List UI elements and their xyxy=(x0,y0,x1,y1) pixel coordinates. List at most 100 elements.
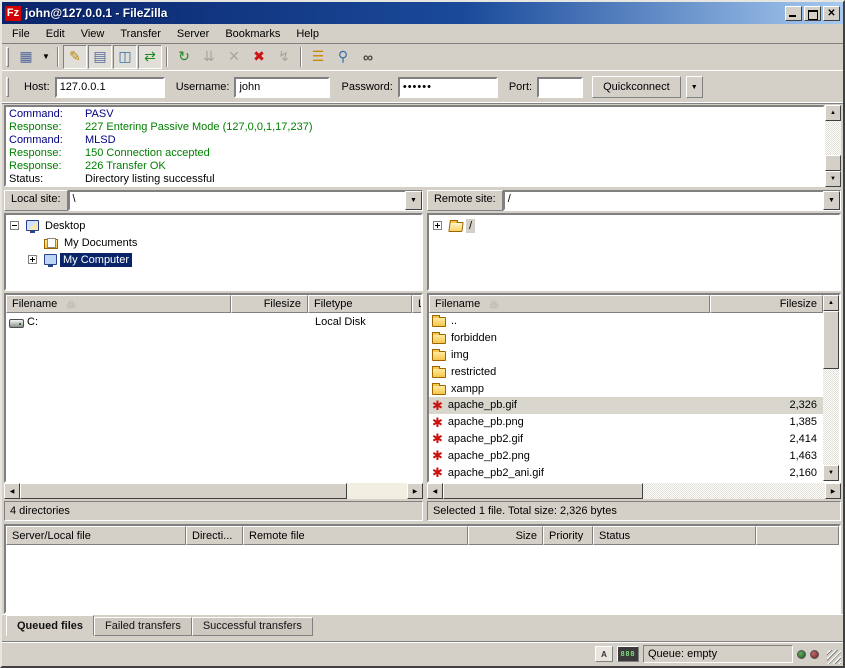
remote-file-row[interactable]: apache_pb2.png1,463 xyxy=(429,447,823,464)
local-site-value[interactable]: \ xyxy=(70,192,406,209)
toggle-message-log-button[interactable]: ✎ xyxy=(63,45,87,69)
synchronized-browsing-button[interactable]: ⚲ xyxy=(331,45,355,69)
folder-icon xyxy=(432,351,446,361)
menu-server[interactable]: Server xyxy=(169,26,217,42)
scrollbar-thumb[interactable] xyxy=(825,155,841,171)
quickconnect-dropdown-icon[interactable]: ▼ xyxy=(686,76,703,98)
site-manager-dropdown-icon[interactable]: ▼ xyxy=(39,45,53,69)
maximize-button[interactable] xyxy=(804,6,821,21)
scrollbar-track[interactable] xyxy=(825,121,841,155)
scroll-right-icon[interactable]: ▶ xyxy=(407,483,423,499)
expand-icon[interactable] xyxy=(28,255,37,264)
tree-item-root[interactable]: / xyxy=(431,217,839,234)
reconnect-button[interactable]: ↯ xyxy=(272,45,296,69)
scrollbar-track[interactable] xyxy=(823,369,839,465)
remote-file-row[interactable]: xampp xyxy=(429,380,823,397)
column-header-filetype[interactable]: Filetype xyxy=(308,295,412,313)
speed-limits-icon[interactable]: 888 xyxy=(617,646,639,662)
menu-bookmarks[interactable]: Bookmarks xyxy=(217,26,288,42)
scroll-left-icon[interactable]: ◀ xyxy=(4,483,20,499)
port-input[interactable] xyxy=(537,77,583,98)
scrollbar-thumb[interactable] xyxy=(20,483,347,499)
menu-help[interactable]: Help xyxy=(288,26,327,42)
remote-horizontal-scrollbar[interactable]: ◀ ▶ xyxy=(427,483,841,499)
queue-column-status[interactable]: Status xyxy=(593,526,756,545)
menu-edit[interactable]: Edit xyxy=(38,26,73,42)
tab-queued-files[interactable]: Queued files xyxy=(6,615,94,636)
site-manager-button[interactable]: ▦ xyxy=(14,45,38,69)
find-files-button[interactable]: ∞ xyxy=(356,45,380,69)
remote-site-combo[interactable]: / ▼ xyxy=(503,190,841,211)
menu-view[interactable]: View xyxy=(73,26,113,42)
remote-file-row[interactable]: apache_pb2_ani.gif2,160 xyxy=(429,464,823,481)
queue-column-remote-file[interactable]: Remote file xyxy=(243,526,468,545)
scrollbar-thumb[interactable] xyxy=(823,311,839,369)
remote-file-row[interactable]: .. xyxy=(429,313,823,330)
column-header-filename[interactable]: Filename xyxy=(6,295,231,313)
log-scrollbar[interactable]: ▲ ▼ xyxy=(825,105,841,187)
remote-file-row-selected[interactable]: apache_pb.gif2,326 xyxy=(429,397,823,414)
resize-grip[interactable] xyxy=(827,650,841,664)
collapse-icon[interactable] xyxy=(10,221,19,230)
quickconnect-grip[interactable] xyxy=(6,77,9,97)
column-header-filename[interactable]: Filename xyxy=(429,295,710,313)
remote-file-row[interactable]: img xyxy=(429,347,823,364)
column-header-last-modified[interactable]: L xyxy=(412,295,421,313)
minimize-button[interactable] xyxy=(785,6,802,21)
scroll-down-icon[interactable]: ▼ xyxy=(825,171,841,187)
local-file-row-c-drive[interactable]: C: Local Disk xyxy=(6,313,421,330)
tree-item-desktop[interactable]: Desktop xyxy=(8,217,421,234)
scrollbar-track[interactable] xyxy=(643,483,825,499)
chevron-down-icon[interactable]: ▼ xyxy=(823,191,840,210)
column-header-filesize[interactable]: Filesize xyxy=(231,295,308,313)
username-input[interactable]: john xyxy=(234,77,330,98)
queue-list-area[interactable] xyxy=(6,545,839,612)
toggle-remote-tree-button[interactable]: ◫ xyxy=(113,45,137,69)
toolbar: ▦ ▼ ✎ ▤ ◫ ⇄ ↻ ⇊ ✕ ✖ ↯ ☰ ⚲ ∞ xyxy=(2,43,843,71)
toggle-transfer-queue-button[interactable]: ⇄ xyxy=(138,45,162,69)
remote-site-value[interactable]: / xyxy=(505,192,824,209)
scroll-right-icon[interactable]: ▶ xyxy=(825,483,841,499)
remote-file-row[interactable]: apache_pb.png1,385 xyxy=(429,414,823,431)
quickconnect-button[interactable]: Quickconnect xyxy=(592,76,681,98)
remote-file-row[interactable]: apache_pb2.gif2,414 xyxy=(429,431,823,448)
directory-comparison-button[interactable]: ☰ xyxy=(306,45,330,69)
process-queue-button[interactable]: ⇊ xyxy=(197,45,221,69)
queue-column-direction[interactable]: Directi... xyxy=(186,526,243,545)
titlebar[interactable]: Fz john@127.0.0.1 - FileZilla xyxy=(2,2,843,24)
queue-column-filler xyxy=(756,526,839,545)
tree-item-my-computer[interactable]: My Computer xyxy=(8,251,421,268)
toggle-local-tree-button[interactable]: ▤ xyxy=(88,45,112,69)
scroll-left-icon[interactable]: ◀ xyxy=(427,483,443,499)
toolbar-grip[interactable] xyxy=(6,47,9,67)
scroll-down-icon[interactable]: ▼ xyxy=(823,465,839,481)
queue-column-server-local-file[interactable]: Server/Local file xyxy=(6,526,186,545)
scrollbar-thumb[interactable] xyxy=(443,483,643,499)
refresh-button[interactable]: ↻ xyxy=(172,45,196,69)
transfer-type-indicator-icon[interactable]: A xyxy=(595,646,613,662)
password-input[interactable]: •••••• xyxy=(398,77,498,98)
host-input[interactable]: 127.0.0.1 xyxy=(55,77,165,98)
menu-file[interactable]: File xyxy=(4,26,38,42)
remote-status-text: Selected 1 file. Total size: 2,326 bytes xyxy=(427,501,841,521)
menu-transfer[interactable]: Transfer xyxy=(112,26,169,42)
chevron-down-icon[interactable]: ▼ xyxy=(405,191,422,210)
cancel-operation-button[interactable]: ✕ xyxy=(222,45,246,69)
tab-successful-transfers[interactable]: Successful transfers xyxy=(192,617,313,636)
remote-file-row[interactable]: forbidden xyxy=(429,330,823,347)
local-site-combo[interactable]: \ ▼ xyxy=(68,190,423,211)
remote-vertical-scrollbar[interactable]: ▲ ▼ xyxy=(823,295,839,481)
remote-file-row[interactable]: restricted xyxy=(429,363,823,380)
queue-column-size[interactable]: Size xyxy=(468,526,543,545)
scroll-up-icon[interactable]: ▲ xyxy=(823,295,839,311)
scroll-up-icon[interactable]: ▲ xyxy=(825,105,841,121)
tree-item-my-documents[interactable]: My Documents xyxy=(8,234,421,251)
open-folder-icon xyxy=(448,222,463,232)
close-button[interactable] xyxy=(823,6,840,21)
tab-failed-transfers[interactable]: Failed transfers xyxy=(94,617,192,636)
column-header-filesize[interactable]: Filesize xyxy=(710,295,823,313)
queue-column-priority[interactable]: Priority xyxy=(543,526,593,545)
local-horizontal-scrollbar[interactable]: ◀ ▶ xyxy=(4,483,423,499)
expand-icon[interactable] xyxy=(433,221,442,230)
disconnect-button[interactable]: ✖ xyxy=(247,45,271,69)
